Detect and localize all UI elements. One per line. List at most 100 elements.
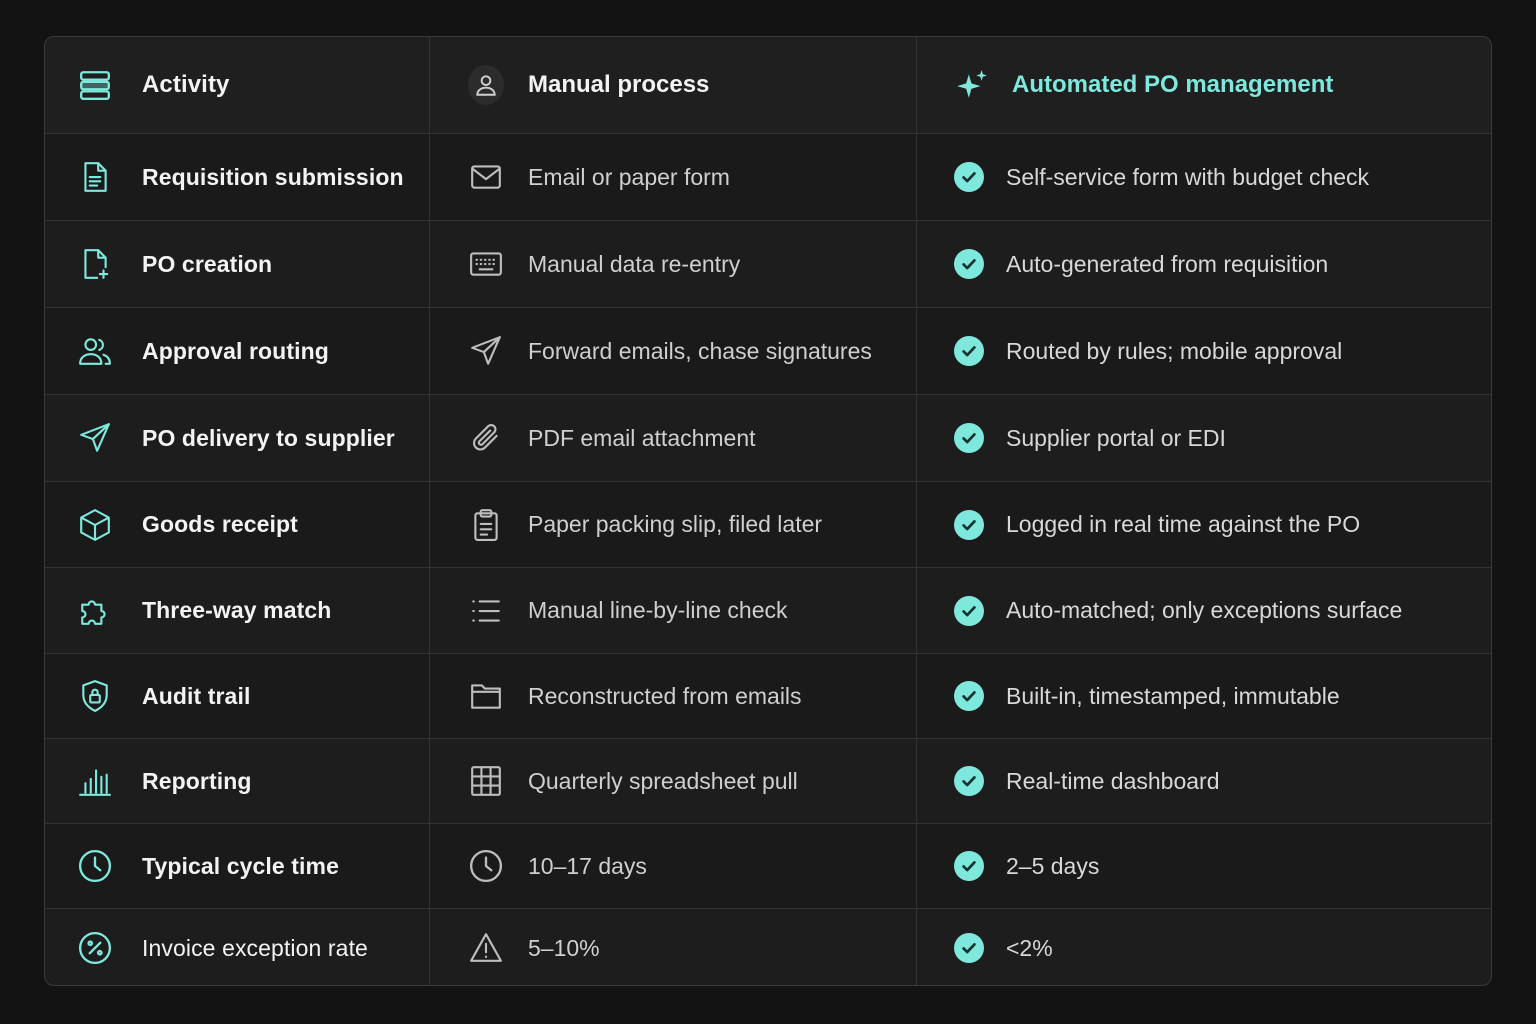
activity-cell: Approval routing — [45, 308, 430, 394]
header-manual-cell: Manual process — [430, 37, 917, 133]
automated-label: Real-time dashboard — [1006, 767, 1220, 794]
table-row: Typical cycle time 10–17 days 2–5 days — [45, 824, 1491, 909]
manual-label: Manual data re-entry — [528, 250, 741, 277]
activity-label: Typical cycle time — [142, 852, 339, 879]
header-automated-label: Automated PO management — [1012, 71, 1334, 98]
keyboard-icon — [468, 246, 504, 282]
shield-lock-icon — [77, 678, 113, 714]
automated-label: Routed by rules; mobile approval — [1006, 337, 1343, 364]
puzzle-icon — [77, 593, 113, 629]
table-row: Goods receipt Paper packing slip, filed … — [45, 482, 1491, 568]
activity-label: Requisition submission — [142, 163, 404, 190]
automated-label: <2% — [1006, 934, 1053, 961]
check-icon — [954, 851, 984, 881]
percent-icon — [77, 930, 113, 966]
check-icon — [954, 423, 984, 453]
activity-label: Approval routing — [142, 337, 329, 364]
activity-cell: Reporting — [45, 739, 430, 823]
activity-cell: PO delivery to supplier — [45, 395, 430, 481]
automated-label: 2–5 days — [1006, 852, 1100, 879]
check-icon — [954, 766, 984, 796]
user-icon — [468, 65, 504, 105]
activity-label: Reporting — [142, 767, 252, 794]
paperclip-icon — [468, 420, 504, 456]
comparison-table: Activity Manual process Automated PO man… — [44, 36, 1492, 986]
activity-label: Three-way match — [142, 597, 332, 623]
activity-cell: Three-way match — [45, 568, 430, 653]
envelope-icon — [468, 159, 504, 195]
table-row: Three-way match Manual line-by-line chec… — [45, 568, 1491, 654]
activity-cell: Audit trail — [45, 654, 430, 738]
activity-cell: Goods receipt — [45, 482, 430, 567]
table-row: Invoice exception rate 5–10% <2% — [45, 909, 1491, 985]
activity-label: Audit trail — [142, 682, 251, 709]
users-icon — [77, 333, 113, 369]
warning-icon — [468, 930, 504, 966]
clock-icon — [77, 848, 113, 884]
clipboard-icon — [468, 507, 504, 543]
header-activity-cell: Activity — [45, 37, 430, 133]
automated-label: Built-in, timestamped, immutable — [1006, 682, 1340, 709]
manual-label: Manual line-by-line check — [528, 597, 788, 623]
manual-label: Email or paper form — [528, 163, 730, 190]
send-icon — [77, 420, 113, 456]
manual-label: Quarterly spreadsheet pull — [528, 767, 798, 794]
bar-chart-icon — [77, 763, 113, 799]
automated-cell: Built-in, timestamped, immutable — [917, 654, 1491, 738]
table-row: Audit trail Reconstructed from emails Bu… — [45, 654, 1491, 739]
manual-cell: 5–10% — [430, 909, 917, 985]
box-icon — [77, 507, 113, 543]
automated-label: Auto-generated from requisition — [1006, 250, 1329, 277]
automated-label: Supplier portal or EDI — [1006, 424, 1226, 451]
header-manual-label: Manual process — [528, 71, 710, 98]
manual-label: 10–17 days — [528, 852, 647, 879]
check-icon — [954, 595, 984, 626]
automated-cell: Routed by rules; mobile approval — [917, 308, 1491, 394]
manual-cell: Quarterly spreadsheet pull — [430, 739, 917, 823]
manual-label: PDF email attachment — [528, 424, 756, 451]
manual-label: Forward emails, chase signatures — [528, 337, 872, 364]
manual-label: Reconstructed from emails — [528, 682, 802, 709]
automated-cell: Self-service form with budget check — [917, 134, 1491, 220]
activity-label: PO creation — [142, 250, 273, 277]
header-activity-label: Activity — [142, 71, 230, 98]
automated-cell: Auto-generated from requisition — [917, 221, 1491, 307]
table-row: Approval routing Forward emails, chase s… — [45, 308, 1491, 395]
table-row: PO creation Manual data re-entry Auto-ge… — [45, 221, 1491, 308]
table-row: Reporting Quarterly spreadsheet pull Rea… — [45, 739, 1491, 824]
list-icon — [468, 593, 504, 629]
clock-icon — [468, 848, 504, 884]
grid-icon — [468, 763, 504, 799]
automated-cell: Supplier portal or EDI — [917, 395, 1491, 481]
manual-cell: Email or paper form — [430, 134, 917, 220]
sparkle-icon — [954, 67, 990, 103]
manual-cell: Forward emails, chase signatures — [430, 308, 917, 394]
activity-cell: Requisition submission — [45, 134, 430, 220]
manual-cell: Manual data re-entry — [430, 221, 917, 307]
activity-label: Invoice exception rate — [142, 934, 368, 961]
activity-cell: Invoice exception rate — [45, 909, 430, 985]
automated-cell: Real-time dashboard — [917, 739, 1491, 823]
manual-cell: 10–17 days — [430, 824, 917, 908]
file-plus-icon — [77, 246, 113, 282]
activity-cell: PO creation — [45, 221, 430, 307]
automated-cell: Auto-matched; only exceptions surface — [917, 568, 1491, 653]
automated-label: Self-service form with budget check — [1006, 163, 1370, 190]
automated-label: Logged in real time against the PO — [1006, 511, 1361, 537]
check-icon — [954, 336, 984, 366]
table-row: Requisition submission Email or paper fo… — [45, 134, 1491, 221]
automated-cell: <2% — [917, 909, 1491, 985]
check-icon — [954, 509, 984, 540]
check-icon — [954, 681, 984, 711]
table-row: PO delivery to supplier PDF email attach… — [45, 395, 1491, 482]
check-icon — [954, 249, 984, 279]
table-header-row: Activity Manual process Automated PO man… — [45, 37, 1491, 134]
header-automated-cell: Automated PO management — [917, 37, 1491, 133]
activity-label: PO delivery to supplier — [142, 424, 395, 451]
folder-icon — [468, 678, 504, 714]
manual-cell: Paper packing slip, filed later — [430, 482, 917, 567]
manual-cell: Manual line-by-line check — [430, 568, 917, 653]
manual-cell: Reconstructed from emails — [430, 654, 917, 738]
send-icon — [468, 333, 504, 369]
manual-cell: PDF email attachment — [430, 395, 917, 481]
